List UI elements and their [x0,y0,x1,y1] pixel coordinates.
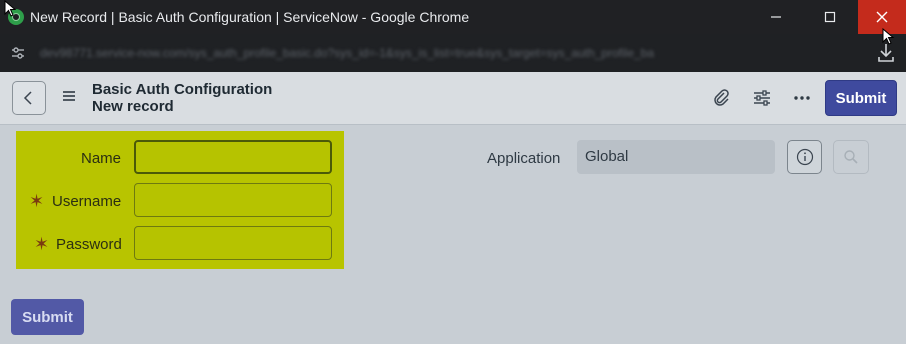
password-label: Password [56,236,122,253]
info-icon [796,148,813,166]
maximize-button[interactable] [806,0,854,34]
submit-button-footer[interactable]: Submit [11,299,84,335]
search-icon [844,150,858,164]
application-label: Application [487,150,561,167]
attachment-icon[interactable] [711,88,731,108]
form-header: Basic Auth Configuration New record [0,72,906,125]
username-required-icon: ✶ [29,191,45,211]
submit-button-header[interactable]: Submit [825,80,897,116]
hamburger-menu-icon[interactable] [62,90,76,102]
more-options-icon[interactable] [792,88,812,108]
back-button[interactable] [12,81,46,115]
application-info-button[interactable] [787,140,822,174]
browser-title-bar: New Record | Basic Auth Configuration | … [0,0,906,34]
username-label: Username [52,193,122,210]
mouse-cursor-icon [4,0,17,17]
name-label: Name [81,150,122,167]
password-input[interactable] [134,226,332,260]
maximize-icon [824,11,836,23]
username-input[interactable] [134,183,332,217]
minimize-icon [771,16,781,18]
personalize-form-icon[interactable] [752,88,772,108]
chevron-left-icon [23,91,32,105]
page-subtitle: New record [92,98,174,115]
close-icon [876,11,888,23]
address-bar: dev98771.service-now.com/sys_auth_profil… [0,34,906,72]
minimize-button[interactable] [752,0,800,34]
url-text[interactable]: dev98771.service-now.com/sys_auth_profil… [40,46,654,60]
application-field: Global [577,140,775,174]
site-settings-icon[interactable] [10,45,26,61]
password-required-icon: ✶ [34,234,50,254]
mouse-cursor-icon [882,28,895,45]
window-title: New Record | Basic Auth Configuration | … [30,9,470,25]
name-input[interactable] [134,140,332,174]
page-title: Basic Auth Configuration [92,81,273,98]
application-lookup-button[interactable] [833,140,869,174]
